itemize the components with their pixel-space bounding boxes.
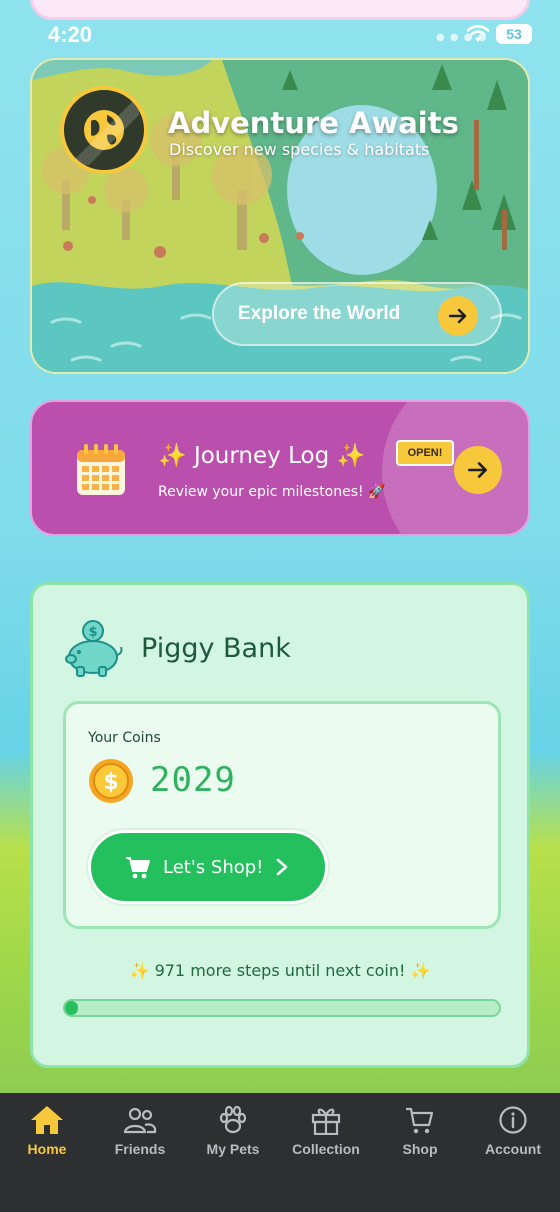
- home-icon: [31, 1106, 63, 1134]
- explore-world-button[interactable]: Explore the World: [212, 282, 502, 346]
- tab-my-pets[interactable]: My Pets: [186, 1105, 280, 1165]
- svg-text:$: $: [103, 770, 118, 795]
- steps-until-next-coin: ✨ 971 more steps until next coin! ✨: [129, 961, 431, 980]
- arrow-right-icon: [467, 462, 487, 478]
- adventure-subtitle: Discover new species & habitats: [169, 140, 430, 159]
- coin-icon: $: [89, 759, 133, 803]
- coin-progress-fill: [65, 1001, 79, 1015]
- journey-arrow-button[interactable]: [454, 446, 502, 494]
- tab-home[interactable]: Home: [0, 1105, 94, 1165]
- tab-label-collection: Collection: [292, 1141, 360, 1157]
- adventure-card[interactable]: Adventure Awaits Discover new species & …: [30, 58, 530, 374]
- piggy-bank-card: $ Piggy Bank Your Coins $ 2029 Let's Sho…: [30, 582, 530, 1068]
- battery-indicator: 53: [496, 24, 532, 44]
- journey-log-subtitle: Review your epic milestones! 🚀: [158, 484, 386, 500]
- journey-log-title: ✨ Journey Log ✨: [158, 443, 366, 469]
- lets-shop-label: Let's Shop!: [163, 856, 264, 878]
- top-notification-pill: [30, 0, 530, 20]
- bottom-tab-bar: Home Friends My Pets Collection Shop Acc…: [0, 1093, 560, 1212]
- coin-balance: 2029: [150, 760, 236, 800]
- tab-label-home: Home: [27, 1141, 67, 1157]
- wifi-icon: [466, 25, 490, 42]
- paw-icon: [219, 1105, 247, 1134]
- arrow-right-icon: [438, 296, 478, 336]
- piggy-bank-title: Piggy Bank: [141, 633, 291, 664]
- journey-log-card[interactable]: ✨ Journey Log ✨ Review your epic milesto…: [30, 400, 530, 536]
- info-icon: [499, 1106, 527, 1134]
- tab-account[interactable]: Account: [466, 1105, 560, 1165]
- tab-label-shop: Shop: [402, 1141, 438, 1157]
- tab-collection[interactable]: Collection: [279, 1105, 373, 1165]
- explore-world-label: Explore the World: [238, 303, 401, 324]
- cart-icon: [126, 857, 150, 879]
- piggy-bank-icon: $: [65, 620, 123, 677]
- calendar-icon: [77, 444, 125, 495]
- tab-label-account: Account: [485, 1141, 541, 1157]
- tab-friends[interactable]: Friends: [93, 1105, 187, 1165]
- chevron-right-icon: [277, 858, 288, 876]
- tab-label-my-pets: My Pets: [206, 1141, 260, 1157]
- gift-icon: [311, 1108, 341, 1135]
- lets-shop-button[interactable]: Let's Shop!: [88, 830, 328, 904]
- svg-text:$: $: [88, 625, 97, 640]
- friends-icon: [123, 1107, 157, 1134]
- tab-label-friends: Friends: [114, 1141, 166, 1157]
- globe-icon: [60, 86, 148, 174]
- adventure-title: Adventure Awaits: [168, 106, 459, 140]
- open-badge: OPEN!: [396, 440, 454, 466]
- status-bar: 4:20 ● ● ● ● 53: [0, 20, 560, 52]
- status-time: 4:20: [48, 22, 93, 47]
- coins-panel: Your Coins $ 2029 Let's Shop!: [63, 701, 501, 929]
- coins-label: Your Coins: [88, 730, 161, 746]
- tab-shop[interactable]: Shop: [373, 1105, 467, 1165]
- coin-progress-bar: [63, 999, 501, 1017]
- cart-icon: [406, 1107, 434, 1134]
